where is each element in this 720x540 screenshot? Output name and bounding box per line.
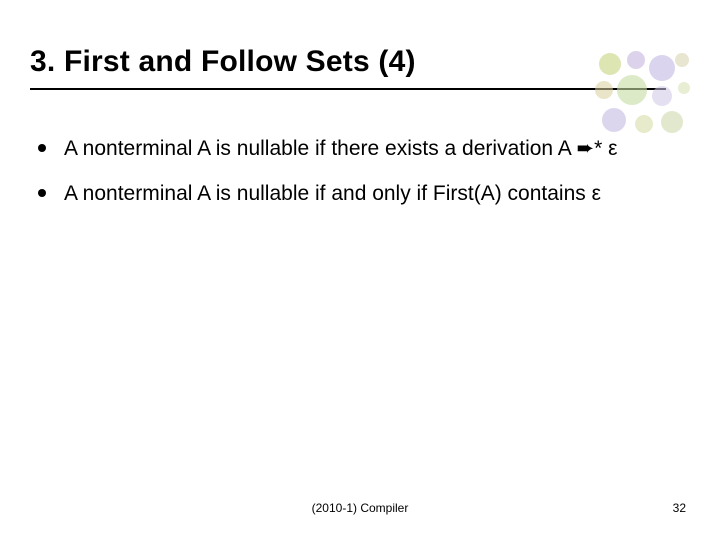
bullet-icon xyxy=(38,144,46,152)
list-item-text: A nonterminal A is nullable if there exi… xyxy=(64,130,672,169)
list-item: A nonterminal A is nullable if there exi… xyxy=(38,130,672,169)
bullet-icon xyxy=(38,189,46,197)
slide-body: A nonterminal A is nullable if there exi… xyxy=(38,130,672,220)
slide: 3. First and Follow Sets (4) A nontermin… xyxy=(0,0,720,540)
list-item-text: A nonterminal A is nullable if and only … xyxy=(64,175,672,214)
list-item: A nonterminal A is nullable if and only … xyxy=(38,175,672,214)
title-underline xyxy=(30,88,666,90)
slide-title: 3. First and Follow Sets (4) xyxy=(30,45,416,79)
page-number: 32 xyxy=(673,501,686,515)
footer-center: (2010-1) Compiler xyxy=(0,501,720,515)
decorative-dots-icon xyxy=(592,50,692,142)
